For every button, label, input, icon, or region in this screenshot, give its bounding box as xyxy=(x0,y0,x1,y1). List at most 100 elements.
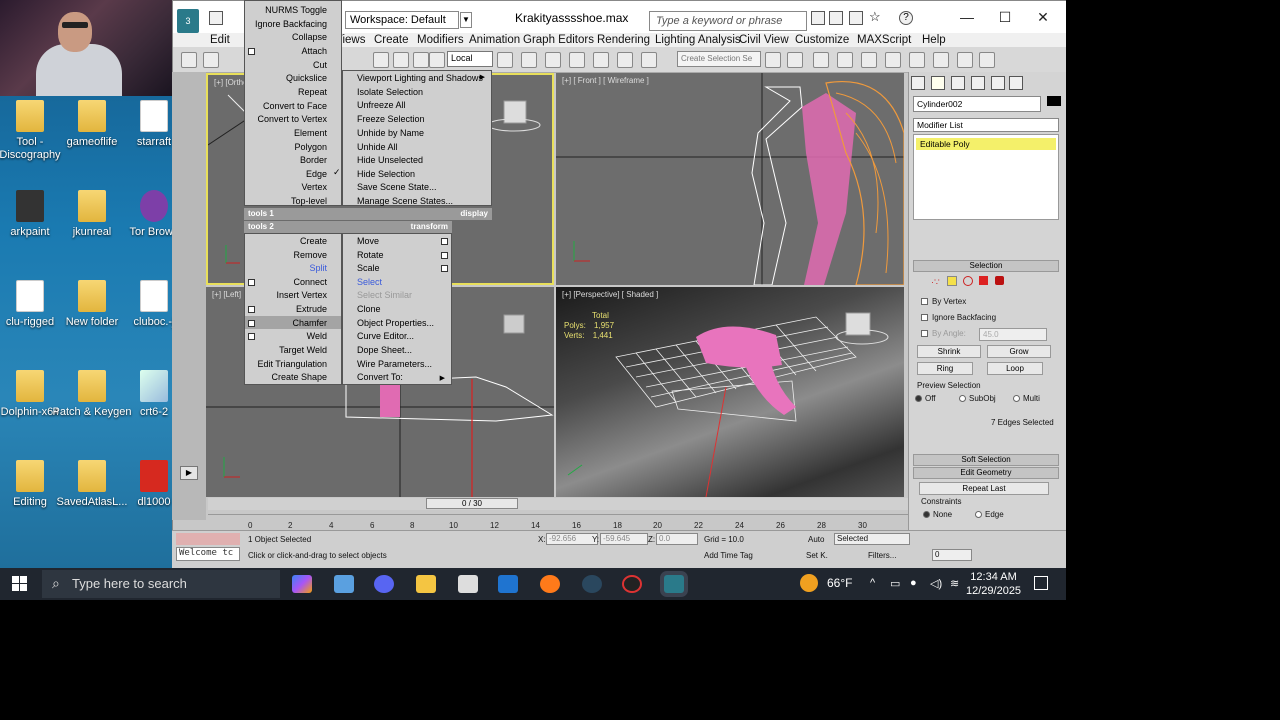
filters-button[interactable]: Filters... xyxy=(868,551,896,560)
discord-icon[interactable] xyxy=(374,575,394,593)
mirror-icon[interactable] xyxy=(765,52,781,68)
binoculars-icon[interactable] xyxy=(811,11,825,25)
create-tab-icon[interactable] xyxy=(911,76,925,90)
quad-item[interactable]: Ignore Backfacing xyxy=(255,18,327,32)
quad-item[interactable]: Top-level xyxy=(291,195,327,209)
quad-item[interactable]: Object Properties... xyxy=(357,317,434,331)
angle-spinner[interactable]: 45.0 xyxy=(979,328,1047,341)
object-name-field[interactable]: Cylinder002 xyxy=(913,96,1041,112)
quad-item[interactable]: Save Scene State... xyxy=(357,181,437,195)
by-angle-checkbox[interactable]: By Angle: xyxy=(921,329,966,338)
quad-item[interactable]: Split xyxy=(309,262,327,276)
store-icon[interactable] xyxy=(458,575,478,593)
quad-item[interactable]: Convert To: xyxy=(357,371,403,385)
grow-button[interactable]: Grow xyxy=(987,345,1051,358)
steam-icon[interactable] xyxy=(582,575,602,593)
angle-snap-icon[interactable] xyxy=(593,52,609,68)
by-vertex-checkbox[interactable]: By Vertex xyxy=(921,297,966,306)
file-explorer-icon[interactable] xyxy=(416,575,436,593)
modifier-list-dropdown[interactable]: Modifier List xyxy=(913,118,1059,132)
obs-icon[interactable] xyxy=(622,575,642,593)
shrink-button[interactable]: Shrink xyxy=(917,345,981,358)
align-icon[interactable] xyxy=(787,52,803,68)
quad-item[interactable]: Wire Parameters... xyxy=(357,358,432,372)
percent-snap-icon[interactable] xyxy=(617,52,633,68)
key-filter-dropdown[interactable]: Selected xyxy=(834,533,910,545)
curve-editor-icon[interactable] xyxy=(861,52,877,68)
ignore-backfacing-checkbox[interactable]: Ignore Backfacing xyxy=(921,313,996,322)
quad-item[interactable]: Select xyxy=(357,276,382,290)
menu-animation[interactable]: Animation xyxy=(469,33,520,47)
quad-item[interactable]: NURMS Toggle xyxy=(265,4,327,18)
scale-icon[interactable] xyxy=(413,52,429,68)
system-clock[interactable]: 12:34 AM 12/29/2025 xyxy=(966,570,1021,598)
menu-graph-editors[interactable]: Graph Editors xyxy=(523,33,594,47)
viewport-perspective[interactable]: [+] [Perspective] [ Shaded ] Total Polys… xyxy=(556,287,904,497)
quad-item[interactable]: Create Shape xyxy=(271,371,327,385)
chevron-up-icon[interactable]: ^ xyxy=(870,577,875,589)
edge-mode-icon[interactable] xyxy=(947,276,957,286)
search-input[interactable]: Type a keyword or phrase xyxy=(649,11,807,31)
border-mode-icon[interactable] xyxy=(963,276,973,286)
quad-item[interactable]: Hide Unselected xyxy=(357,154,423,168)
quad-item[interactable]: Vertex xyxy=(301,181,327,195)
3dsmax-logo-icon[interactable]: 3 xyxy=(177,9,199,33)
menu-modifiers[interactable]: Modifiers xyxy=(417,33,464,47)
polygon-mode-icon[interactable] xyxy=(979,276,988,285)
track-bar[interactable]: 0 2 4 6 8 10 12 14 16 18 20 22 24 26 28 … xyxy=(208,514,908,530)
x-coordinate-field[interactable]: -92.656 xyxy=(546,533,598,545)
quad-item[interactable]: Curve Editor... xyxy=(357,330,414,344)
quad-item[interactable]: Unhide All xyxy=(357,141,398,155)
auto-key-button[interactable]: Auto xyxy=(808,535,824,544)
workspace-dropdown[interactable]: Workspace: Default ▼ xyxy=(345,11,472,29)
spinner-snap-icon[interactable] xyxy=(641,52,657,68)
snaps-toggle-icon[interactable] xyxy=(569,52,585,68)
preview-multi-radio[interactable]: Multi xyxy=(1013,394,1040,403)
quad-item[interactable]: Hide Selection xyxy=(357,168,415,182)
settings-box-icon[interactable] xyxy=(248,320,255,327)
place-icon[interactable] xyxy=(429,52,445,68)
unlink-icon[interactable] xyxy=(203,52,219,68)
quad-item[interactable]: Dope Sheet... xyxy=(357,344,412,358)
quad-item[interactable]: Cut xyxy=(313,59,327,73)
quad-item[interactable]: Remove xyxy=(293,249,327,263)
layer-explorer-icon[interactable] xyxy=(813,52,829,68)
menu-lighting-analysis[interactable]: Lighting Analysis xyxy=(655,33,741,47)
quad-item[interactable]: Extrude xyxy=(296,303,327,317)
quad-item[interactable]: Freeze Selection xyxy=(357,113,425,127)
settings-box-icon[interactable] xyxy=(248,306,255,313)
quad-item[interactable]: Quickslice xyxy=(286,72,327,86)
link-icon[interactable] xyxy=(181,52,197,68)
settings-box-icon[interactable] xyxy=(248,279,255,286)
menu-customize[interactable]: Customize xyxy=(795,33,849,47)
render-teapot-icon[interactable] xyxy=(979,52,995,68)
render-setup-icon[interactable] xyxy=(933,52,949,68)
y-coordinate-field[interactable]: -59.645 xyxy=(600,533,648,545)
add-time-tag[interactable]: Add Time Tag xyxy=(704,551,753,560)
wifi-icon[interactable]: ≋ xyxy=(950,577,959,590)
vertex-mode-icon[interactable]: ·∵ xyxy=(931,277,940,287)
loop-button[interactable]: Loop xyxy=(987,362,1043,375)
quad-item[interactable]: Polygon xyxy=(294,141,327,155)
current-frame-field[interactable]: 0 xyxy=(932,549,972,561)
quad-item[interactable]: Viewport Lighting and Shadows xyxy=(357,72,483,86)
settings-box-icon[interactable] xyxy=(441,238,448,245)
quad-item-chamfer[interactable]: Chamfer xyxy=(292,317,327,331)
selection-set-dropdown[interactable]: Create Selection Se xyxy=(677,51,761,67)
settings-box-icon[interactable] xyxy=(248,333,255,340)
quad-item[interactable]: Weld xyxy=(307,330,327,344)
select-manipulate-icon[interactable] xyxy=(521,52,537,68)
quad-item[interactable]: Rotate xyxy=(357,249,384,263)
quad-item[interactable]: Manage Scene States... xyxy=(357,195,453,209)
menu-civil-view[interactable]: Civil View xyxy=(739,33,789,47)
utilities-tab-icon[interactable] xyxy=(1009,76,1023,90)
quad-item[interactable]: Isolate Selection xyxy=(357,86,423,100)
outlook-icon[interactable] xyxy=(498,575,518,593)
selection-rollout-header[interactable]: Selection xyxy=(913,260,1059,272)
minimize-button[interactable]: — xyxy=(957,7,977,27)
microphone-icon[interactable]: ● xyxy=(910,577,917,589)
quad-item[interactable]: Element xyxy=(294,127,327,141)
copilot-icon[interactable] xyxy=(292,575,312,593)
quad-item[interactable]: Move xyxy=(357,235,379,249)
motion-tab-icon[interactable] xyxy=(971,76,985,90)
